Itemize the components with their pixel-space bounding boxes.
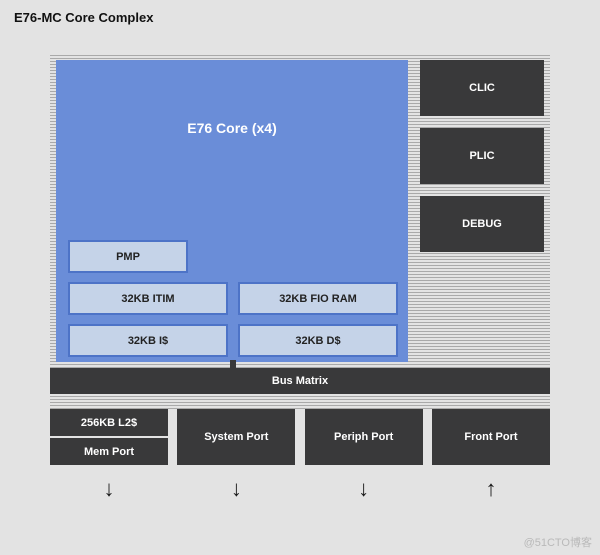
port-col-front: Front Port <box>432 409 550 465</box>
mem-port-block: Mem Port <box>50 438 168 465</box>
arrow-down-icon: ↓ <box>50 474 168 504</box>
periph-port-block: Periph Port <box>305 409 423 465</box>
watermark: @51CTO博客 <box>524 534 592 550</box>
bus-matrix-block: Bus Matrix <box>50 368 550 394</box>
port-col-mem: 256KB L2$ Mem Port <box>50 409 168 465</box>
diagram-canvas: E76 Core (x4) PMP 32KB ITIM 32KB FIO RAM… <box>50 54 550 529</box>
diagram-title: E76-MC Core Complex <box>14 10 153 25</box>
arrow-down-icon: ↓ <box>177 474 295 504</box>
pmp-block: PMP <box>68 240 188 273</box>
hatch-region-mid <box>50 394 550 409</box>
port-col-periph: Periph Port <box>305 409 423 465</box>
itim-block: 32KB ITIM <box>68 282 228 315</box>
debug-block: DEBUG <box>420 196 544 252</box>
fioram-block: 32KB FIO RAM <box>238 282 398 315</box>
port-col-system: System Port <box>177 409 295 465</box>
system-port-block: System Port <box>177 409 295 465</box>
front-port-block: Front Port <box>432 409 550 465</box>
arrow-up-icon: ↑ <box>432 474 550 504</box>
clic-block: CLIC <box>420 60 544 116</box>
arrow-down-icon: ↓ <box>305 474 423 504</box>
core-block: E76 Core (x4) PMP 32KB ITIM 32KB FIO RAM… <box>56 60 408 362</box>
icache-block: 32KB I$ <box>68 324 228 357</box>
dcache-block: 32KB D$ <box>238 324 398 357</box>
port-row: 256KB L2$ Mem Port System Port Periph Po… <box>50 409 550 465</box>
arrow-row: ↓ ↓ ↓ ↑ <box>50 474 550 504</box>
core-label: E76 Core (x4) <box>58 120 406 136</box>
l2-block: 256KB L2$ <box>50 409 168 436</box>
plic-block: PLIC <box>420 128 544 184</box>
